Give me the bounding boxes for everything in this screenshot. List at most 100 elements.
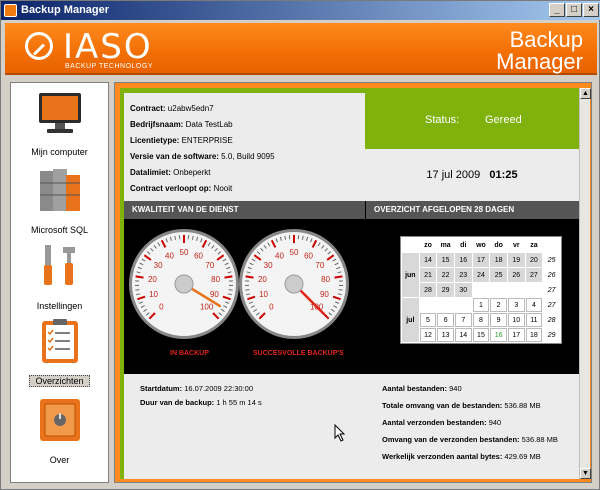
scroll-up-icon[interactable]: ▲ bbox=[580, 88, 591, 99]
clipboard-icon bbox=[41, 319, 78, 363]
calendar-day: 21 bbox=[419, 268, 437, 282]
sidebar-item-label: Over bbox=[49, 455, 70, 465]
calendar-day: 11 bbox=[525, 313, 543, 327]
gauge-tick-label: 60 bbox=[194, 251, 203, 260]
in-backup-label: IN BACKUP bbox=[170, 350, 209, 357]
gauge-tick-label: 20 bbox=[148, 275, 157, 284]
start-date-value: 16.07.2009 22:30:00 bbox=[184, 384, 254, 393]
calendar-day: 17 bbox=[507, 328, 525, 342]
calendar-day: 24 bbox=[472, 268, 490, 282]
gauge-tick-label: 10 bbox=[149, 290, 158, 299]
calendar-day: 22 bbox=[437, 268, 454, 282]
calendar-day-header: ma bbox=[437, 238, 454, 252]
gauge-tick bbox=[338, 289, 343, 291]
status-time: 01:25 bbox=[489, 169, 518, 181]
gauge-tick-label: 100 bbox=[200, 303, 214, 312]
calendar-day: 28 bbox=[419, 283, 437, 297]
calendar-day: 25 bbox=[490, 268, 507, 282]
version-value: 5.0, Build 9095 bbox=[221, 152, 275, 161]
sidebar-item-label: Instellingen bbox=[36, 301, 83, 311]
database-icon bbox=[39, 169, 80, 211]
company-value: Data TestLab bbox=[185, 120, 233, 129]
calendar-day: 12 bbox=[419, 328, 437, 342]
gauge-tick-label: 80 bbox=[211, 275, 220, 284]
calendar-day: 17 bbox=[472, 253, 490, 267]
calendar-day: 8 bbox=[472, 313, 490, 327]
gauge-tick-label: 0 bbox=[159, 303, 164, 312]
calendar-day-header: di bbox=[454, 238, 472, 252]
calendar-day: 19 bbox=[507, 253, 525, 267]
calendar-day: 5 bbox=[419, 313, 437, 327]
sidebar: Mijn computer Microsoft SQL Instellingen bbox=[10, 82, 109, 483]
calendar-day: 27 bbox=[525, 268, 543, 282]
gauge-tick-label: 40 bbox=[275, 251, 284, 260]
calendar-week-number: 27 bbox=[543, 283, 560, 297]
size-value: 536.88 MB bbox=[504, 401, 541, 410]
gauge-tick-label: 0 bbox=[269, 303, 274, 312]
close-button[interactable]: × bbox=[583, 3, 599, 17]
gauge-tick-label: 70 bbox=[205, 261, 214, 270]
maximize-button[interactable]: □ bbox=[566, 3, 582, 17]
monitor-icon bbox=[38, 93, 81, 133]
calendar-day: 18 bbox=[525, 328, 543, 342]
license-value: ENTERPRISE bbox=[181, 136, 233, 145]
calendar-day bbox=[454, 298, 472, 312]
gauge-tick-label: 50 bbox=[290, 248, 299, 257]
calendar-day: 26 bbox=[507, 268, 525, 282]
gauge-in-backup: 010 20 3040 50 6070 80 90 100 bbox=[129, 229, 239, 339]
calendar-day-header: do bbox=[490, 238, 507, 252]
content-area: Contract: u2abw5edn7 Bedrijfsnaam: Data … bbox=[114, 82, 592, 483]
calendar-day: 18 bbox=[490, 253, 507, 267]
scroll-down-icon[interactable]: ▼ bbox=[580, 468, 591, 479]
calendar-day-header: za bbox=[525, 238, 543, 252]
calendar-day-header: vr bbox=[507, 238, 525, 252]
gauge-tick-label: 30 bbox=[264, 261, 273, 270]
calendar-table: zo ma di wo do vr za jun 14 15 16 17 18 19 20 25 21 22 23 2… bbox=[401, 237, 561, 343]
gauge-tick-label: 80 bbox=[321, 275, 330, 284]
calendar-day: 4 bbox=[525, 298, 543, 312]
gauge-tick bbox=[245, 275, 254, 279]
quality-header: KWALITEIT VAN DE DIENST bbox=[124, 201, 365, 219]
status-box: Status: Gereed bbox=[365, 93, 579, 149]
minimize-button[interactable]: _ bbox=[549, 3, 565, 17]
gauge-tick-label: 90 bbox=[320, 290, 329, 299]
sidebar-item-instellingen[interactable]: Instellingen bbox=[11, 241, 108, 313]
gauge-tick bbox=[135, 289, 140, 291]
duration-value: 1 h 55 m 14 s bbox=[216, 398, 262, 407]
calendar-day bbox=[437, 298, 454, 312]
calendar-day bbox=[525, 283, 543, 297]
sidebar-item-over[interactable]: Over bbox=[11, 395, 108, 467]
vertical-scrollbar[interactable]: ▲ ▼ bbox=[579, 88, 591, 479]
calendar-week-number: 25 bbox=[543, 253, 560, 267]
calendar-day: 2 bbox=[490, 298, 507, 312]
calendar-day: 7 bbox=[454, 313, 472, 327]
safe-icon bbox=[39, 399, 80, 441]
calendar-day: 6 bbox=[437, 313, 454, 327]
sidebar-item-overzichten[interactable]: Overzichten bbox=[11, 317, 108, 389]
datalimit-value: Onbeperkt bbox=[173, 168, 211, 177]
calendar-day-header: wo bbox=[472, 238, 490, 252]
calendar-day: 14 bbox=[454, 328, 472, 342]
sidebar-item-mijn-computer[interactable]: Mijn computer bbox=[11, 87, 108, 159]
title-bar[interactable]: Backup Manager _ □ × bbox=[1, 1, 600, 20]
sidebar-item-label: Mijn computer bbox=[31, 147, 88, 157]
calendar-day: 14 bbox=[419, 253, 437, 267]
gauge-tick bbox=[228, 289, 233, 291]
sidebar-item-microsoft-sql[interactable]: Microsoft SQL bbox=[11, 165, 108, 237]
tools-icon bbox=[43, 245, 75, 285]
gauge-tick-label: 10 bbox=[259, 290, 268, 299]
app-icon bbox=[4, 4, 17, 17]
contract-value: u2abw5edn7 bbox=[167, 104, 214, 113]
gauge-success: 0102030405060708090100 bbox=[239, 229, 349, 339]
calendar-day bbox=[490, 283, 507, 297]
calendar-day: 3 bbox=[507, 298, 525, 312]
calendar-week-number: 29 bbox=[543, 328, 560, 342]
success-label: SUCCESVOLLE BACKUP'S bbox=[253, 350, 344, 357]
gauge-tick-label: 20 bbox=[258, 275, 267, 284]
calendar-day: 20 bbox=[525, 253, 543, 267]
calendar-day: 1 bbox=[472, 298, 490, 312]
gauge-tick bbox=[224, 275, 233, 279]
calendar-week-number: 28 bbox=[543, 313, 560, 327]
calendar-day: 29 bbox=[437, 283, 454, 297]
calendar-week-number: 27 bbox=[543, 298, 560, 312]
